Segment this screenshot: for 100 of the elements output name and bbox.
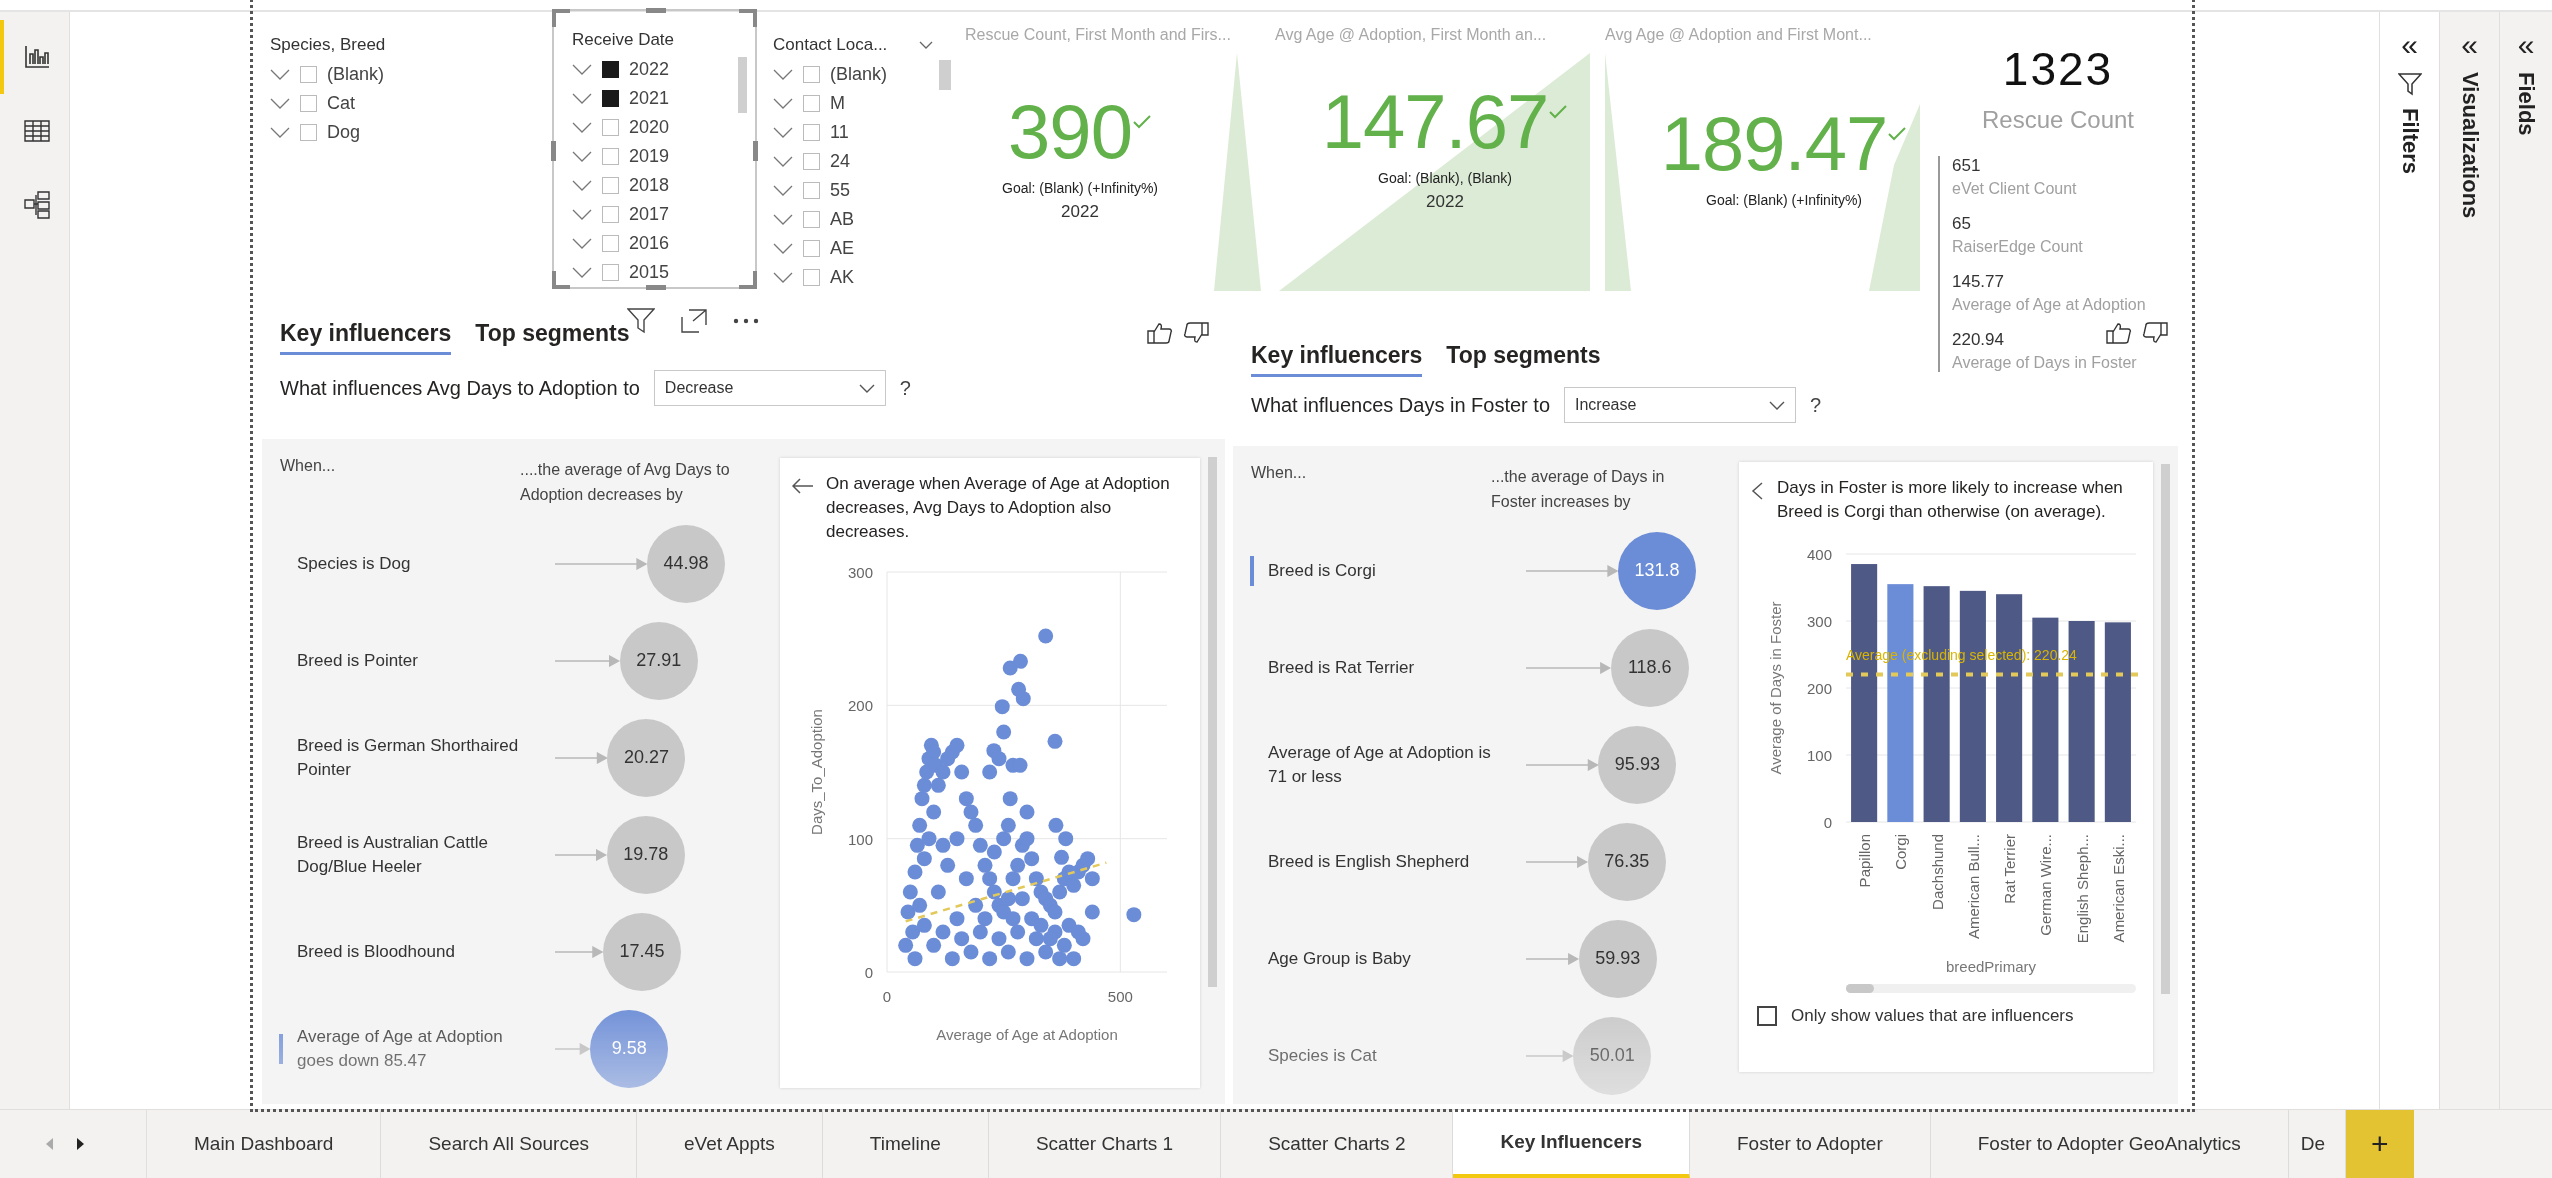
resize-handle[interactable]: [753, 141, 758, 161]
expand-chevron-icon[interactable]: [773, 271, 793, 284]
influencer-row[interactable]: Breed is Corgi 131.8: [1233, 522, 1733, 619]
thumbs-down-icon[interactable]: [1183, 322, 1209, 344]
checkbox[interactable]: [1757, 1006, 1777, 1026]
checkbox[interactable]: [602, 264, 619, 281]
slicer-item-label: 24: [830, 151, 851, 172]
visual-tab[interactable]: Top segments: [475, 320, 630, 355]
expand-chevron-icon[interactable]: [773, 97, 793, 110]
expand-chevron-icon[interactable]: [572, 92, 592, 105]
resize-handle[interactable]: [552, 271, 570, 289]
bar[interactable]: [2104, 622, 2131, 822]
resize-handle[interactable]: [646, 8, 666, 13]
checkbox[interactable]: [602, 206, 619, 223]
checkbox[interactable]: [602, 148, 619, 165]
scroll-right-icon[interactable]: [76, 1138, 84, 1150]
influencer-row[interactable]: Breed is Pointer 27.91: [262, 612, 762, 709]
scrollbar[interactable]: [1208, 457, 1217, 987]
data-point: [1056, 937, 1072, 953]
expand-chevron-icon[interactable]: [572, 237, 592, 250]
expand-chevron-icon[interactable]: [572, 208, 592, 221]
checkbox[interactable]: [803, 95, 820, 112]
expand-chevron-icon[interactable]: [773, 68, 793, 81]
data-point: [968, 897, 984, 913]
influencer-row[interactable]: Species is Cat 50.01: [1233, 1007, 1733, 1104]
expand-chevron-icon[interactable]: [270, 126, 290, 139]
back-arrow-icon[interactable]: [792, 478, 814, 494]
chevron-down-icon[interactable]: [919, 41, 933, 49]
expand-chevron-icon[interactable]: [773, 242, 793, 255]
visual-tab[interactable]: Key influencers: [1251, 342, 1423, 377]
expand-chevron-icon[interactable]: [270, 97, 290, 110]
resize-handle[interactable]: [739, 271, 757, 289]
resize-handle[interactable]: [551, 141, 556, 161]
help-mark[interactable]: ?: [1810, 393, 1822, 417]
expand-chevron-icon[interactable]: [572, 179, 592, 192]
thumbs-up-icon[interactable]: [1147, 322, 1173, 344]
checkbox[interactable]: [300, 95, 317, 112]
scrollbar[interactable]: [738, 57, 747, 113]
expand-chevron-icon[interactable]: [773, 213, 793, 226]
visual-tab[interactable]: Top segments: [1446, 342, 1601, 377]
scrollbar[interactable]: [1846, 984, 2136, 993]
resize-handle[interactable]: [739, 9, 757, 27]
checkbox[interactable]: [602, 90, 619, 107]
collapse-button[interactable]: «: [2517, 30, 2535, 60]
visual-tab[interactable]: Key influencers: [280, 320, 452, 355]
data-point: [994, 699, 1010, 715]
checkbox[interactable]: [602, 119, 619, 136]
influencer-row[interactable]: Breed is Australian Cattle Dog/Blue Heeler 19.78: [262, 806, 762, 903]
influencer-row[interactable]: Species is Dog 44.98: [262, 515, 762, 612]
checkbox[interactable]: [803, 240, 820, 257]
more-options-icon[interactable]: [733, 318, 759, 324]
checkbox[interactable]: [803, 182, 820, 199]
collapse-button[interactable]: «: [2461, 30, 2478, 60]
expand-chevron-icon[interactable]: [270, 68, 290, 81]
influencer-row[interactable]: Average of Age at Adoption is 71 or less 95.93: [1233, 716, 1733, 813]
checkbox[interactable]: [300, 124, 317, 141]
data-point: [1005, 871, 1021, 887]
data-point: [986, 884, 1002, 900]
side-pane[interactable]: « Visualizations: [2439, 12, 2499, 1109]
checkbox[interactable]: [803, 269, 820, 286]
expand-chevron-icon[interactable]: [572, 121, 592, 134]
thumbs-up-icon[interactable]: [2106, 322, 2132, 344]
influencer-row[interactable]: Age Group is Baby 59.93: [1233, 910, 1733, 1007]
checkbox[interactable]: [602, 177, 619, 194]
slicer-item-label: 2020: [629, 117, 670, 138]
expand-chevron-icon[interactable]: [572, 63, 592, 76]
add-page-button[interactable]: +: [2345, 1110, 2414, 1178]
side-pane[interactable]: « Fields: [2499, 12, 2552, 1109]
checkbox[interactable]: [803, 211, 820, 228]
influencer-row[interactable]: Breed is Bloodhound 17.45: [262, 903, 762, 1000]
dropdown[interactable]: Decrease: [653, 370, 886, 406]
resize-handle[interactable]: [552, 9, 570, 27]
influencer-row[interactable]: Breed is German Shorthaired Pointer 20.27: [262, 709, 762, 806]
influencer-row[interactable]: Average of Age at Adoption goes down 85.47 9.58: [262, 1000, 762, 1097]
scrollbar[interactable]: [939, 60, 951, 90]
collapse-button[interactable]: «: [2401, 30, 2418, 60]
checkbox[interactable]: [803, 124, 820, 141]
checkbox[interactable]: [602, 61, 619, 78]
expand-chevron-icon[interactable]: [572, 150, 592, 163]
checkbox[interactable]: [300, 66, 317, 83]
help-mark[interactable]: ?: [899, 376, 911, 400]
expand-chevron-icon[interactable]: [572, 266, 592, 279]
page-tab[interactable]: Key Influencers: [1453, 1110, 1690, 1178]
expand-icon[interactable]: [681, 309, 707, 333]
checkbox[interactable]: [803, 66, 820, 83]
influencer-row[interactable]: Breed is Rat Terrier 118.6: [1233, 619, 1733, 716]
checkbox[interactable]: [602, 235, 619, 252]
filter-icon[interactable]: [627, 308, 655, 334]
influencer-row[interactable]: Breed is English Shepherd 76.35: [1233, 813, 1733, 910]
checkbox[interactable]: [803, 153, 820, 170]
back-chevron-icon[interactable]: [1751, 482, 1765, 500]
scrollbar[interactable]: [2161, 464, 2170, 994]
axis-title: Average of Age at Adoption: [936, 1026, 1118, 1043]
dropdown[interactable]: Increase: [1564, 387, 1796, 424]
data-point: [972, 924, 988, 940]
thumbs-down-icon[interactable]: [2142, 322, 2168, 344]
expand-chevron-icon[interactable]: [773, 155, 793, 168]
resize-handle[interactable]: [646, 285, 666, 290]
expand-chevron-icon[interactable]: [773, 126, 793, 139]
expand-chevron-icon[interactable]: [773, 184, 793, 197]
